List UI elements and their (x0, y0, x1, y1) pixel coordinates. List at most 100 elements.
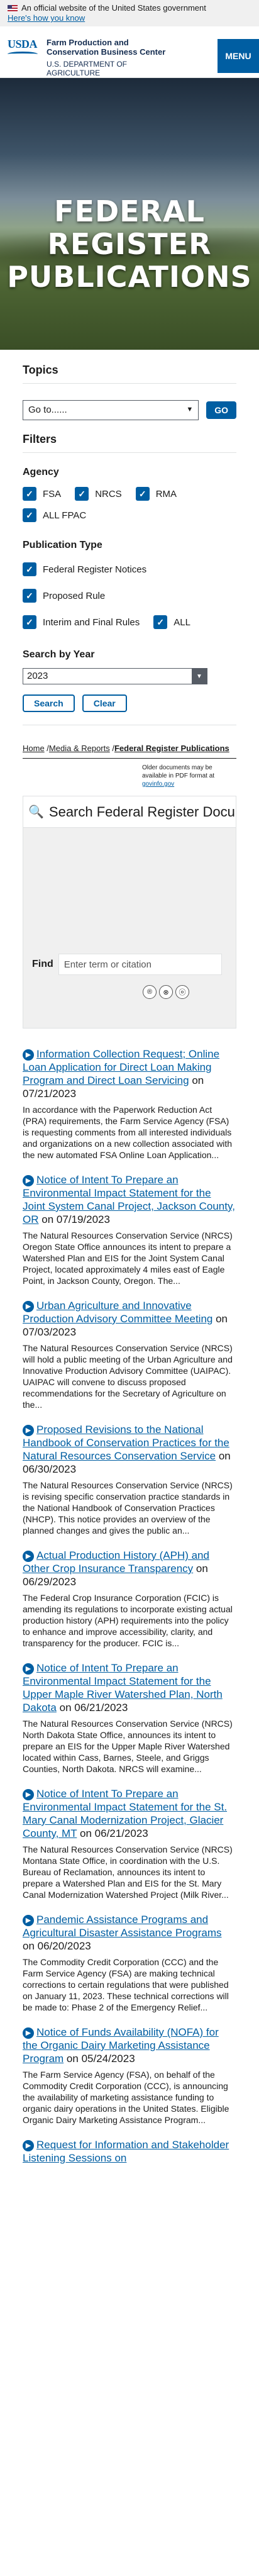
search-widget: 🔍 Search Federal Register Documents Find… (23, 796, 236, 1029)
result-title-link[interactable]: Proposed Revisions to the National Handb… (23, 1424, 229, 1462)
divider (23, 383, 236, 384)
result-title-link[interactable]: Actual Production History (APH) and Othe… (23, 1549, 209, 1575)
document-icon: ▶ (23, 2139, 34, 2151)
option-icon[interactable]: ® (143, 985, 157, 999)
result-description: The Commodity Credit Corporation (CCC) a… (23, 1957, 229, 2012)
document-icon: ▶ (23, 2027, 34, 2039)
result-description: The Natural Resources Conservation Servi… (23, 1480, 233, 1536)
logo-text: USDA (8, 38, 38, 50)
result-description: In accordance with the Paperwork Reducti… (23, 1105, 233, 1160)
search-icon: 🔍 (28, 805, 44, 819)
checkbox-label: Interim and Final Rules (43, 616, 140, 628)
result-date: 07/21/2023 (23, 1088, 77, 1100)
checkbox-federal-register-notices[interactable]: ✓ Federal Register Notices (23, 562, 223, 576)
result-date: 07/03/2023 (23, 1326, 77, 1338)
result-date: 06/30/2023 (23, 1463, 77, 1475)
hero-title: FEDERAL REGISTER PUBLICATIONS (7, 194, 252, 294)
checkbox-all[interactable]: ✓ ALL (153, 615, 190, 629)
list-item: ▶ Notice of Intent To Prepare an Environm… (23, 1661, 236, 1775)
divider (23, 452, 236, 453)
checkbox-label: RMA (155, 488, 177, 499)
breadcrumb-current: Federal Register Publications (114, 744, 229, 753)
older-documents-note: Older documents may be available in PDF … (142, 764, 236, 788)
breadcrumb: Home /Media & Reports /Federal Register … (23, 744, 229, 753)
filters-heading: Filters (23, 433, 57, 445)
chevron-down-icon: ▼ (192, 669, 207, 684)
checkmark-icon: ✓ (23, 589, 36, 603)
govinfo-link[interactable]: govinfo.gov (142, 781, 174, 788)
option-icon[interactable]: ⓞ (175, 985, 189, 999)
breadcrumb-home[interactable]: Home (23, 744, 45, 753)
publication-type-heading: Publication Type (23, 540, 102, 550)
checkbox-nrcs[interactable]: ✓ NRCS (75, 487, 122, 501)
divider (23, 758, 236, 759)
result-description: The Natural Resources Conservation Servi… (23, 1230, 233, 1286)
go-button[interactable]: GO (206, 401, 236, 419)
filters-panel: Topics Go to...... ▼ GO Filters Agency ✓… (0, 364, 259, 2165)
checkbox-all-fpac[interactable]: ✓ ALL FPAC (23, 508, 86, 522)
agency-checkboxes: ✓ FSA ✓ NRCS ✓ RMA ✓ ALL FPAC (23, 483, 236, 526)
result-description: The Natural Resources Conservation Servi… (23, 1719, 233, 1774)
checkbox-interim-final-rules[interactable]: ✓ Interim and Final Rules (23, 615, 140, 629)
result-date: 05/24/2023 (81, 2053, 135, 2065)
older-note-text: Older documents may be available in PDF … (142, 764, 215, 779)
list-item: ▶ Urban Agriculture and Innovative Produc… (23, 1299, 236, 1410)
pubtype-row: ✓ Interim and Final Rules ✓ ALL (23, 609, 236, 635)
list-item: ▶ Information Collection Request; Online … (23, 1047, 236, 1161)
document-icon: ▶ (23, 1049, 34, 1061)
result-date: 06/29/2023 (23, 1576, 77, 1588)
result-description: The Natural Resources Conservation Servi… (23, 1343, 233, 1410)
filter-actions: Search Clear (23, 694, 236, 712)
checkbox-proposed-rule[interactable]: ✓ Proposed Rule (23, 589, 223, 603)
result-title-link[interactable]: Request for Information and Stakeholder … (23, 2139, 229, 2164)
list-item: ▶ Request for Information and Stakeholder… (23, 2138, 236, 2165)
document-icon: ▶ (23, 1788, 34, 1800)
checkmark-icon: ✓ (135, 487, 150, 501)
document-icon: ▶ (23, 1174, 34, 1186)
search-button[interactable]: Search (23, 694, 75, 712)
checkmark-icon: ✓ (23, 508, 36, 522)
list-item: ▶ Pandemic Assistance Programs and Agricu… (23, 1913, 236, 2013)
pubtype-checkboxes: ✓ Federal Register Notices ✓ Proposed Rule… (23, 556, 236, 635)
breadcrumb-media[interactable]: Media & Reports (49, 744, 110, 753)
year-select[interactable]: 2023 ▼ (23, 668, 207, 684)
result-title-link[interactable]: Pandemic Assistance Programs and Agricul… (23, 1914, 222, 1939)
hero-banner: FEDERAL REGISTER PUBLICATIONS (0, 78, 259, 350)
topics-select-value: Go to...... (28, 404, 67, 415)
search-input[interactable]: Enter term or citation (58, 954, 222, 975)
checkmark-icon: ✓ (75, 487, 89, 501)
gov-banner-text: An official website of the United States… (21, 3, 206, 13)
document-icon: ▶ (23, 1663, 34, 1675)
how-you-know-link[interactable]: Here's how you know (8, 13, 251, 23)
menu-button[interactable]: MENU (218, 39, 259, 73)
gov-banner: An official website of the United States… (0, 0, 259, 26)
chevron-down-icon: ▼ (186, 406, 194, 413)
usda-logo[interactable]: USDA (8, 38, 40, 59)
checkbox-fsa[interactable]: ✓ FSA (23, 487, 61, 501)
site-header: USDA Farm Production and Conservation Bu… (0, 26, 259, 78)
result-date: 07/19/2023 (56, 1213, 110, 1225)
result-title-link[interactable]: Information Collection Request; Online L… (23, 1048, 219, 1086)
list-item: ▶ Notice of Funds Availability (NOFA) for… (23, 2026, 236, 2126)
checkbox-rma[interactable]: ✓ RMA (135, 487, 177, 501)
topics-select[interactable]: Go to...... ▼ (23, 400, 199, 420)
results-list: ▶ Information Collection Request; Online … (23, 1047, 236, 2165)
option-icon[interactable]: ⊗ (159, 985, 173, 999)
list-item: ▶ Proposed Revisions to the National Hand… (23, 1423, 236, 1536)
checkbox-label: NRCS (95, 488, 122, 499)
find-label: Find (32, 959, 53, 969)
list-item: ▶ Actual Production History (APH) and Oth… (23, 1549, 236, 1649)
result-description: The Natural Resources Conservation Servi… (23, 1844, 233, 1900)
clear-button[interactable]: Clear (82, 694, 127, 712)
result-description: The Farm Service Agency (FSA), on behalf… (23, 2070, 229, 2125)
document-icon: ▶ (23, 1300, 34, 1312)
checkmark-icon: ✓ (23, 615, 36, 629)
checkbox-label: FSA (43, 488, 62, 499)
topics-heading: Topics (23, 364, 58, 376)
result-title-link[interactable]: Urban Agriculture and Innovative Product… (23, 1300, 212, 1325)
department-name: U.S. DEPARTMENT OF AGRICULTURE (47, 60, 128, 77)
checkbox-label: Federal Register Notices (43, 564, 147, 575)
checkbox-label: ALL (174, 616, 190, 628)
agency-block: Farm Production and Conservation Busines… (47, 38, 172, 77)
result-date: 06/21/2023 (74, 1702, 128, 1714)
